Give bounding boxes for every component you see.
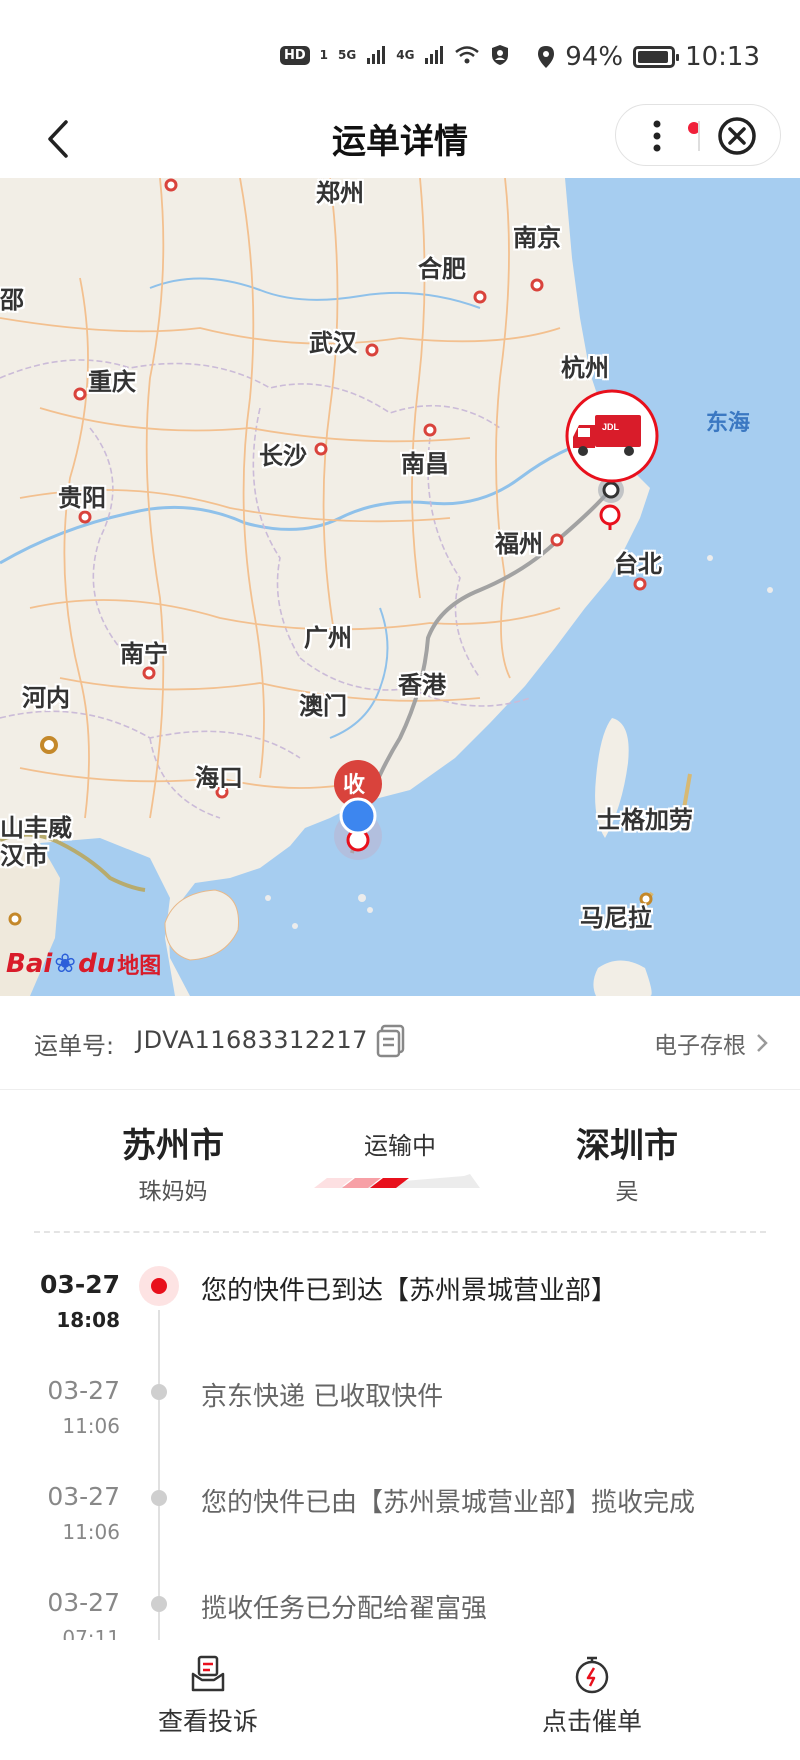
transit-progress-bar <box>314 1174 480 1188</box>
more-button[interactable] <box>634 113 700 159</box>
origin-city: 苏州市 <box>122 1126 224 1166</box>
section-divider <box>34 1231 766 1233</box>
map-city-label: 香港 <box>398 671 446 699</box>
paw-icon: ❀ <box>54 949 77 979</box>
waybill-label: 运单号: <box>34 1032 115 1060</box>
event-date: 03-27 <box>47 1482 120 1511</box>
map-city-label: 南京 <box>513 224 561 252</box>
chevron-right-icon <box>757 1034 768 1052</box>
stopwatch-icon <box>575 1656 609 1694</box>
wifi-icon <box>455 46 480 64</box>
timeline-item: 03-27 18:08 您的快件已到达【苏州景城营业部】 <box>0 1250 800 1356</box>
waybill-number: JDVA11683312217 <box>136 1026 368 1054</box>
event-text: 京东快递 已收取快件 <box>201 1382 444 1412</box>
current-status-dot <box>139 1266 179 1306</box>
event-date: 03-27 <box>47 1376 120 1405</box>
more-vertical-icon <box>653 120 661 152</box>
event-time: 07:11 <box>62 1626 120 1640</box>
map-city-label: 汉市 <box>0 842 48 870</box>
timeline-item: 03-27 07:11 揽收任务已分配给翟富强 <box>0 1568 800 1640</box>
map-city-label: 邵 <box>0 286 24 314</box>
map-city-label: 武汉 <box>309 329 357 357</box>
event-text: 您的快件已到达【苏州景城营业部】 <box>201 1276 618 1306</box>
clock: 10:13 <box>685 42 760 72</box>
logo-text: 地图 <box>117 954 162 979</box>
complaint-icon <box>191 1655 225 1692</box>
map-city-label: 长沙 <box>259 442 307 470</box>
signal-bars-icon <box>425 46 444 64</box>
svg-text:收: 收 <box>343 772 365 798</box>
timeline-item: 03-27 11:06 您的快件已由【苏州景城营业部】揽收完成 <box>0 1462 800 1568</box>
event-date: 03-27 <box>47 1588 120 1617</box>
event-date: 03-27 <box>40 1270 120 1299</box>
map-city-label: 河内 <box>22 684 70 712</box>
event-text: 揽收任务已分配给翟富强 <box>201 1594 488 1624</box>
stub-link-label: 电子存根 <box>654 1033 746 1059</box>
nav-header: 运单详情 <box>0 100 800 178</box>
signal-bars-icon <box>367 46 386 64</box>
privacy-shield-icon <box>492 45 509 65</box>
map-city-label: 杭州 <box>561 354 609 382</box>
map-city-label: 郑州 <box>316 179 364 207</box>
baidu-map-logo: Bai ❀ du 地图 <box>6 948 161 980</box>
view-complaint-label: 查看投诉 <box>157 1707 258 1736</box>
event-time: 11:06 <box>62 1520 120 1544</box>
map-city-label: 重庆 <box>88 368 136 396</box>
capital-marker <box>40 736 58 754</box>
truck-icon: JDL <box>565 389 659 483</box>
recipient-name: 吴 <box>615 1179 639 1205</box>
event-time: 18:08 <box>56 1308 120 1332</box>
map-city-label: 南宁 <box>120 640 168 668</box>
logo-text: Bai <box>6 949 53 979</box>
svg-text:JDL: JDL <box>602 422 620 432</box>
tracking-timeline: 03-27 18:08 您的快件已到达【苏州景城营业部】 03-27 11:06… <box>0 1250 800 1640</box>
route-summary: 苏州市 珠妈妈 运输中 深圳市 吴 <box>0 1090 800 1230</box>
battery-percent: 94% <box>565 42 624 72</box>
map-canvas: JDL 收 <box>0 178 800 996</box>
urge-order-button[interactable]: 点击催单 <box>472 1654 712 1750</box>
copy-icon <box>376 1024 405 1058</box>
waybill-row: 运单号: JDVA11683312217 电子存根 <box>0 996 800 1090</box>
map-city-label: 福州 <box>495 530 543 558</box>
map-city-label: 合肥 <box>418 255 466 283</box>
sim-indicator: 1 <box>319 48 329 62</box>
view-complaint-button[interactable]: 查看投诉 <box>88 1654 328 1750</box>
map-city-label: 广州 <box>304 624 352 652</box>
map-city-label: 马尼拉 <box>580 904 652 932</box>
signal-4g-label: 4G <box>396 48 415 62</box>
event-text: 您的快件已由【苏州景城营业部】揽收完成 <box>201 1488 696 1518</box>
route-map[interactable]: JDL 收 郑州 南京 合肥 杭州 重庆 武汉 长沙 南昌 贵阳 福州 台北 南… <box>0 178 800 996</box>
logo-text: du <box>78 949 116 979</box>
map-city-label: 士格加劳 <box>597 806 693 834</box>
map-city-label: 澳门 <box>299 692 347 720</box>
bottom-action-bar: 查看投诉 点击催单 <box>0 1640 800 1760</box>
status-dot <box>151 1384 167 1400</box>
status-bar: HD 1 5G 4G 94% 10:13 <box>0 0 800 100</box>
map-city-label: 台北 <box>614 550 662 578</box>
network-indicators: HD 1 5G 4G <box>280 44 510 66</box>
transit-status: 运输中 <box>364 1132 436 1160</box>
map-sea-label: 东海 <box>706 411 751 436</box>
map-city-label: 海口 <box>195 764 243 792</box>
battery-icon <box>633 46 680 68</box>
map-city-label: 贵阳 <box>58 484 106 512</box>
sender-name: 珠妈妈 <box>138 1179 208 1205</box>
urge-order-label: 点击催单 <box>541 1707 642 1736</box>
event-time: 11:06 <box>62 1414 120 1438</box>
mini-program-capsule <box>615 104 781 166</box>
destination-pin: 收 <box>334 760 382 860</box>
hd-badge: HD <box>280 45 310 65</box>
capsule-divider <box>698 121 700 151</box>
location-pin-icon <box>538 46 555 68</box>
timeline-item: 03-27 11:06 京东快递 已收取快件 <box>0 1356 800 1462</box>
signal-5g-label: 5G <box>338 48 357 62</box>
map-city-label: 南昌 <box>401 450 449 478</box>
status-dot <box>151 1490 167 1506</box>
status-dot <box>151 1596 167 1612</box>
close-circle-icon <box>718 117 756 155</box>
destination-city: 深圳市 <box>576 1126 678 1166</box>
electronic-stub-link[interactable]: 电子存根 <box>654 1026 768 1060</box>
copy-button[interactable] <box>376 1024 406 1058</box>
close-button[interactable] <box>716 115 758 157</box>
